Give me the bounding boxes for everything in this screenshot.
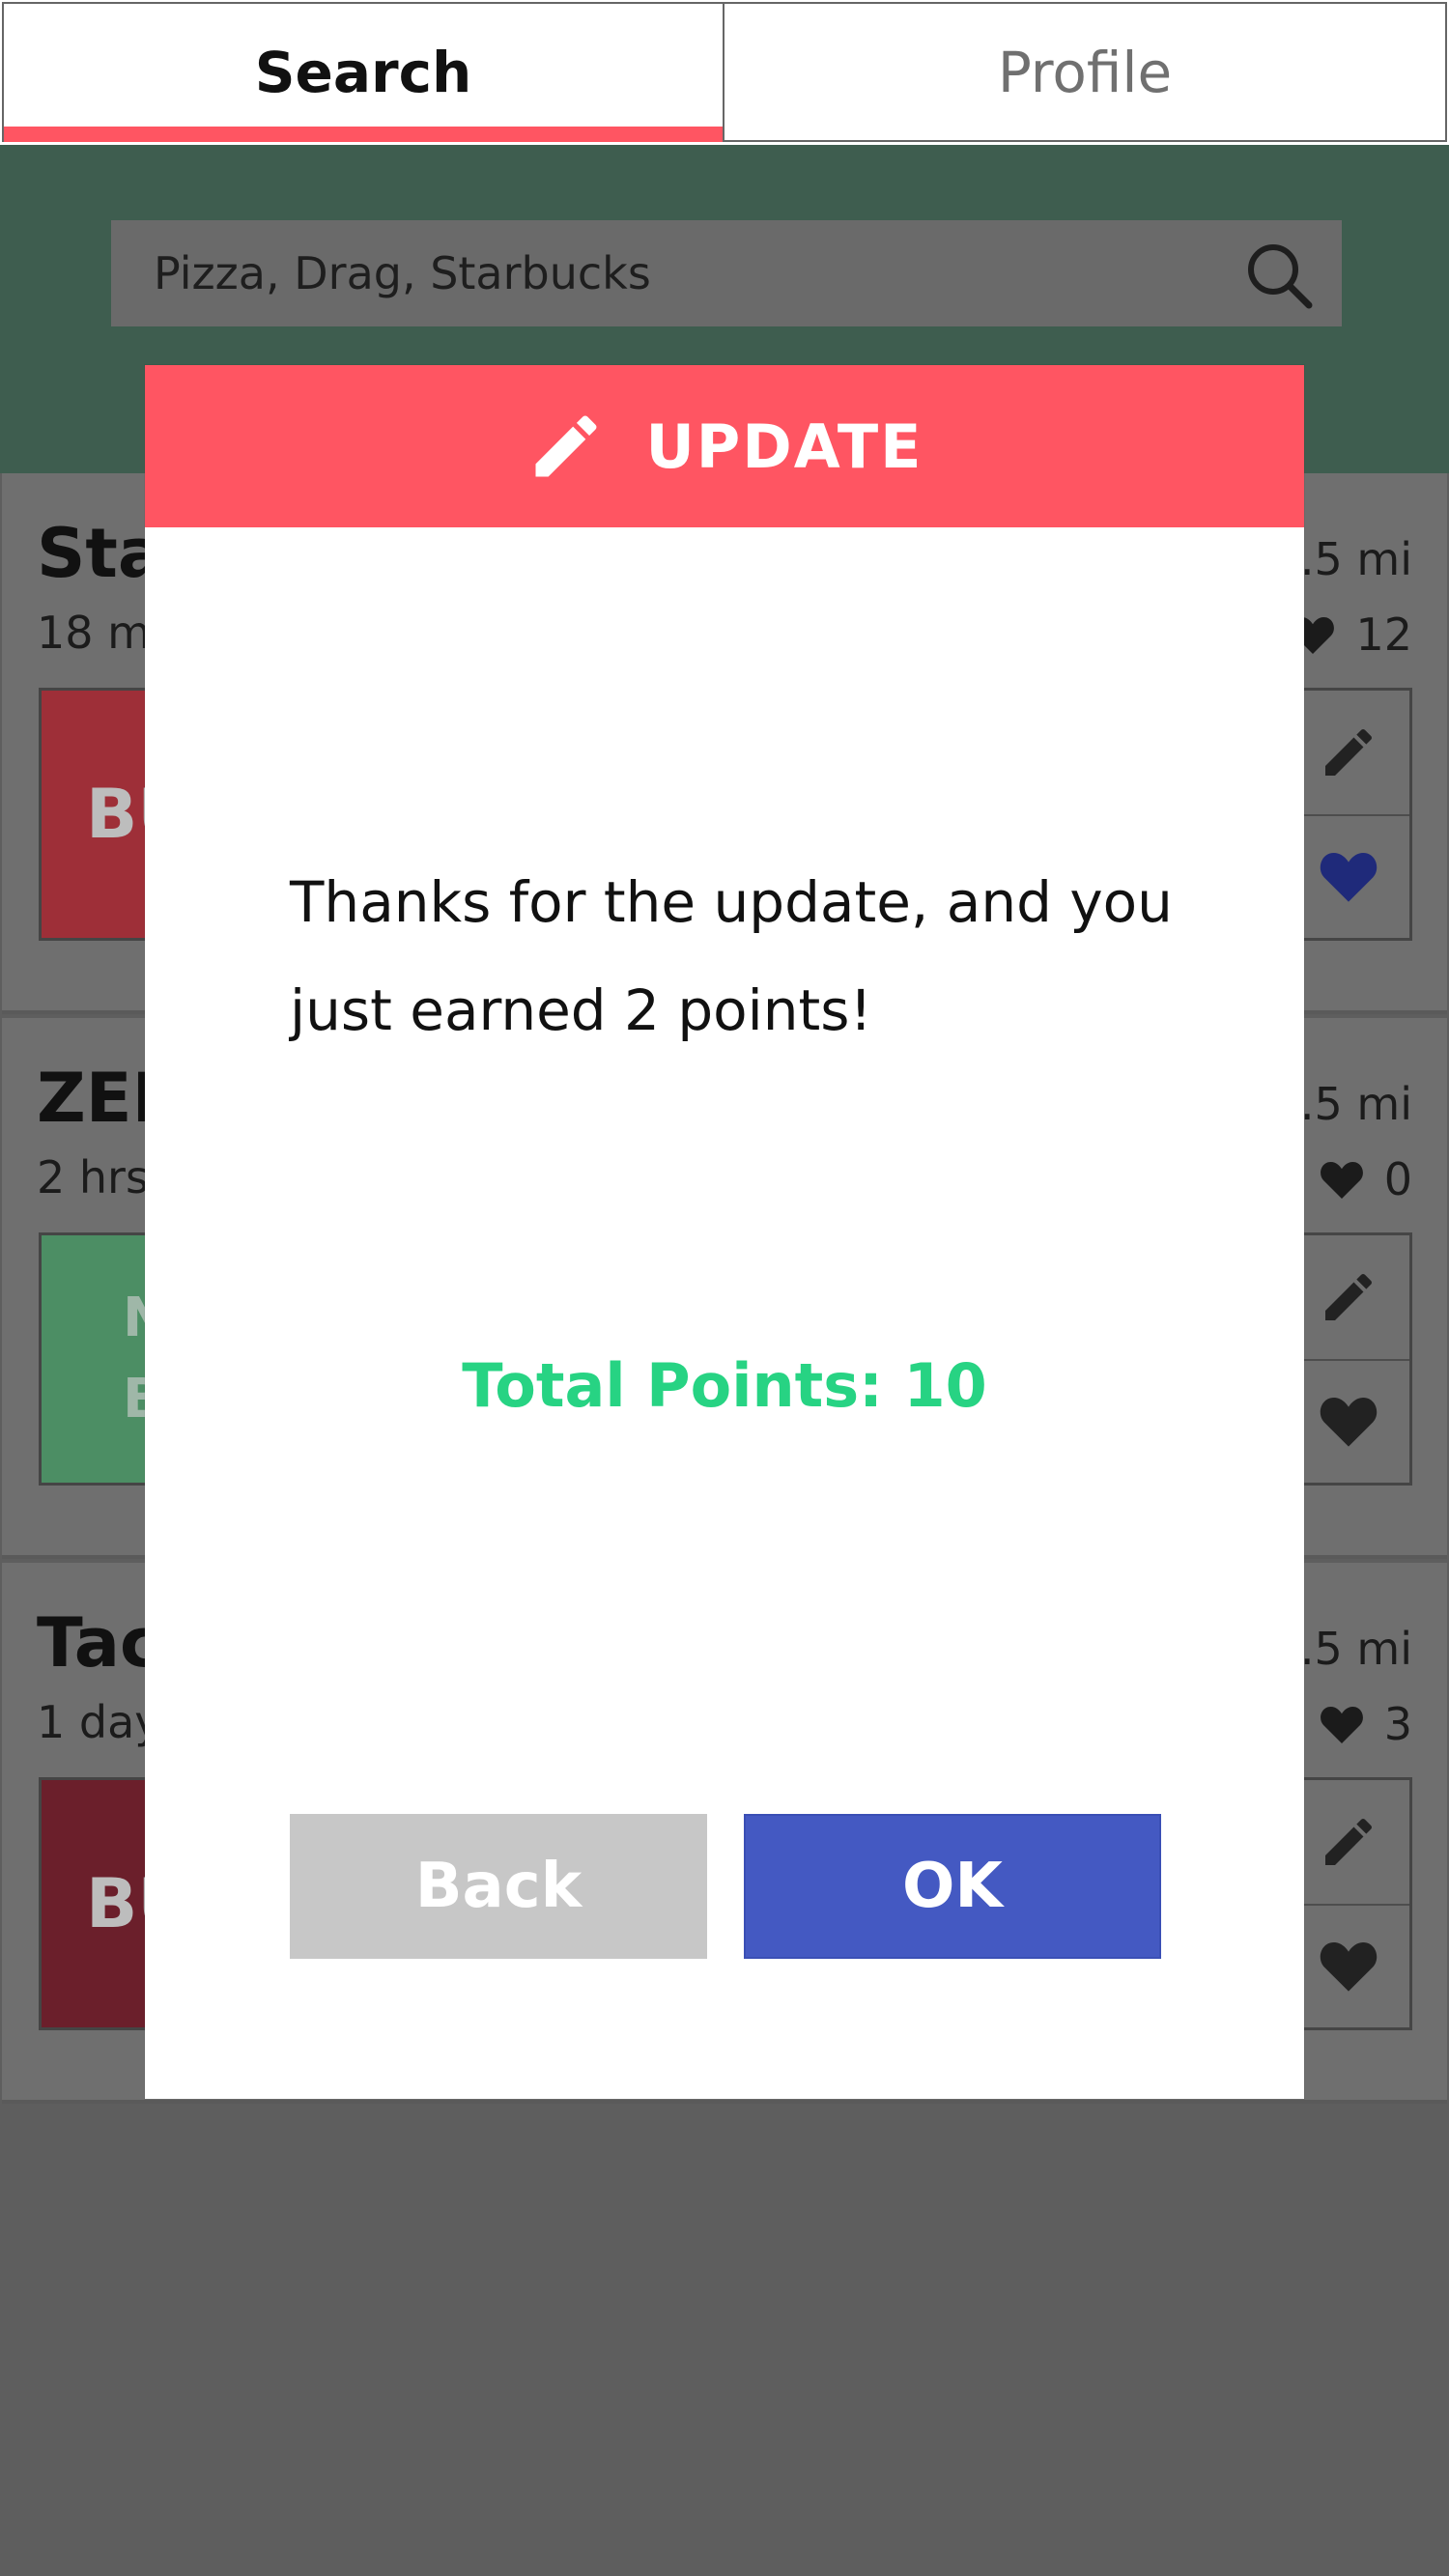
like-count-value: 0 xyxy=(1383,1153,1412,1205)
update-time: 18 m xyxy=(37,607,151,659)
pencil-icon xyxy=(1325,728,1372,776)
update-time: 1 day xyxy=(37,1696,161,1748)
heart-icon xyxy=(1320,1398,1378,1447)
heart-icon xyxy=(1320,1942,1378,1992)
tab-profile-label: Profile xyxy=(997,39,1173,105)
like-count: 12 xyxy=(1290,609,1412,661)
search-icon[interactable] xyxy=(1243,240,1315,311)
edit-button[interactable] xyxy=(1288,1235,1409,1361)
edit-button[interactable] xyxy=(1288,691,1409,816)
dialog-title: UPDATE xyxy=(645,410,923,482)
like-count-value: 12 xyxy=(1355,609,1412,661)
like-button[interactable] xyxy=(1288,1904,1409,2027)
pencil-icon xyxy=(535,415,597,477)
like-button[interactable] xyxy=(1288,1359,1409,1483)
tab-profile[interactable]: Profile xyxy=(724,2,1447,142)
like-count: 3 xyxy=(1319,1698,1412,1750)
search-input[interactable] xyxy=(111,220,1342,326)
pencil-icon xyxy=(1325,1273,1372,1320)
back-button[interactable]: Back xyxy=(290,1814,707,1959)
dialog-message: Thanks for the update, and you just earn… xyxy=(290,869,1173,1043)
like-count: 0 xyxy=(1319,1153,1412,1205)
edit-button[interactable] xyxy=(1288,1780,1409,1906)
tab-search-label: Search xyxy=(254,39,472,105)
place-name: Tac xyxy=(37,1603,160,1683)
heart-icon xyxy=(1320,1707,1363,1743)
ok-button[interactable]: OK xyxy=(744,1814,1161,1959)
tab-search[interactable]: Search xyxy=(2,2,724,142)
pencil-icon xyxy=(1325,1818,1372,1865)
distance: .5 mi xyxy=(1299,533,1412,585)
total-points: Total Points: 10 xyxy=(462,1350,987,1421)
heart-icon xyxy=(1320,853,1378,902)
search-box xyxy=(111,220,1342,326)
like-count-value: 3 xyxy=(1383,1698,1412,1750)
heart-icon xyxy=(1320,1162,1363,1199)
tab-bar: Search Profile xyxy=(0,0,1449,145)
update-dialog: UPDATE Thanks for the update, and you ju… xyxy=(145,365,1304,2099)
like-button[interactable] xyxy=(1288,814,1409,938)
update-time: 2 hrs xyxy=(37,1151,149,1203)
active-tab-indicator xyxy=(4,127,723,142)
distance: .5 mi xyxy=(1299,1078,1412,1130)
distance: .5 mi xyxy=(1299,1623,1412,1675)
dialog-header: UPDATE xyxy=(145,365,1304,527)
